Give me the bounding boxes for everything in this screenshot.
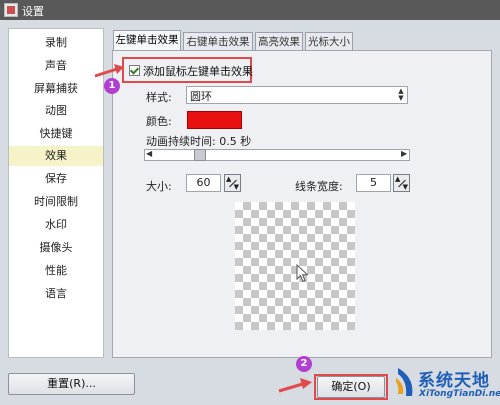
tab-left-click[interactable]: 左键单击效果 xyxy=(113,30,181,51)
reset-button[interactable]: 重置(R)... xyxy=(8,373,135,395)
color-swatch[interactable] xyxy=(187,111,242,129)
style-label: 样式: xyxy=(146,91,172,104)
ok-button[interactable]: 确定(O) xyxy=(317,376,385,398)
style-select[interactable] xyxy=(186,86,408,104)
sidebar-item-record[interactable]: 录制 xyxy=(9,33,103,53)
size-spinner-icon[interactable]: ▼ xyxy=(224,174,241,192)
sidebar-item-language[interactable]: 语言 xyxy=(9,284,103,304)
sidebar-item-screen-capture[interactable]: 屏幕捕获 xyxy=(9,79,103,99)
sidebar-item-watermark[interactable]: 水印 xyxy=(9,215,103,235)
enable-left-click-label[interactable]: 添加鼠标左键单击效果 xyxy=(143,63,253,79)
title-bar xyxy=(0,0,500,20)
window-title: 设置 xyxy=(22,5,44,18)
tab-highlight[interactable]: 高亮效果 xyxy=(255,32,303,51)
effect-preview xyxy=(235,202,355,330)
line-width-label: 线条宽度: xyxy=(295,180,343,193)
duration-slider-thumb[interactable] xyxy=(194,149,206,161)
size-input[interactable]: 60 xyxy=(186,174,221,192)
annotation-arrow-1-icon xyxy=(94,64,124,78)
watermark-title: 系统天地 xyxy=(418,371,490,391)
annotation-arrow-2-icon xyxy=(278,378,312,393)
sidebar-item-hotkeys[interactable]: 快捷键 xyxy=(9,124,103,144)
duration-label: 动画持续时间: 0.5 秒 xyxy=(146,135,252,148)
app-icon xyxy=(4,3,18,17)
line-width-spinner-icon[interactable]: ▼ xyxy=(393,174,410,192)
sidebar-item-animation[interactable]: 动图 xyxy=(9,101,103,121)
watermark-logo-icon xyxy=(396,368,413,396)
sidebar-item-effects[interactable]: 效果 xyxy=(9,146,103,166)
sidebar-item-save[interactable]: 保存 xyxy=(9,169,103,189)
sidebar-item-camera[interactable]: 摄像头 xyxy=(9,238,103,258)
style-select-value: 圆环 xyxy=(190,90,212,103)
sidebar-item-performance[interactable]: 性能 xyxy=(9,261,103,281)
sidebar-item-sound[interactable]: 声音 xyxy=(9,56,103,76)
mouse-cursor-icon xyxy=(296,264,309,283)
color-label: 颜色: xyxy=(146,115,172,128)
spin-arrows-icon[interactable]: ▲ ▼ xyxy=(396,88,406,102)
slider-right-arrow-icon[interactable]: ▶ xyxy=(401,149,407,158)
sidebar-item-time-limit[interactable]: 时间限制 xyxy=(9,192,103,212)
slider-left-arrow-icon[interactable]: ◀ xyxy=(146,149,152,158)
sidebar-nav: 录制 声音 屏幕捕获 动图 快捷键 效果 保存 时间限制 水印 摄像头 性能 语… xyxy=(8,28,104,358)
annotation-badge-1: 1 xyxy=(104,78,120,94)
duration-slider[interactable] xyxy=(144,149,410,161)
tab-right-click[interactable]: 右键单击效果 xyxy=(183,32,253,51)
line-width-input[interactable]: 5 xyxy=(356,174,391,192)
annotation-badge-2: 2 xyxy=(296,356,312,372)
size-label: 大小: xyxy=(146,180,172,193)
watermark-url: XiTongTianDi.net xyxy=(419,389,500,399)
tab-cursor-size[interactable]: 光标大小 xyxy=(305,32,353,51)
enable-left-click-checkbox[interactable] xyxy=(129,65,140,76)
